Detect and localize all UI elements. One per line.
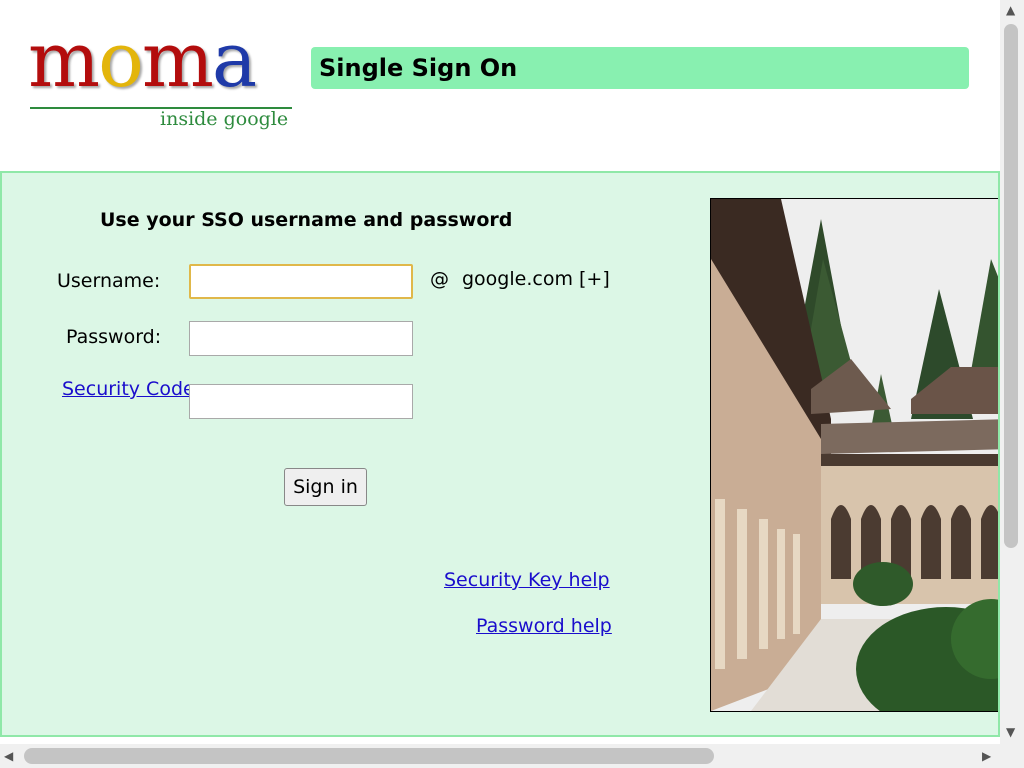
horizontal-scroll-thumb[interactable]: [24, 748, 714, 764]
username-label: Username:: [57, 270, 161, 292]
logo-letter-m: m: [28, 15, 100, 104]
password-input[interactable]: [189, 321, 413, 356]
vertical-scroll-thumb[interactable]: [1004, 24, 1018, 548]
scroll-up-arrow-icon[interactable]: ▲: [1006, 4, 1015, 16]
scroll-left-arrow-icon[interactable]: ◀: [4, 750, 13, 762]
sign-in-button[interactable]: Sign in: [284, 468, 367, 506]
form-title: Use your SSO username and password: [100, 209, 513, 231]
scrollbar-corner: [1000, 744, 1024, 768]
username-input[interactable]: [189, 264, 413, 299]
moma-logo: moma inside google: [28, 22, 298, 130]
domain-text: google.com: [462, 268, 573, 290]
scroll-down-arrow-icon[interactable]: ▼: [1006, 726, 1015, 738]
vertical-scrollbar[interactable]: ▲ ▼: [1000, 0, 1024, 744]
domain-suffix: google.com [+]: [462, 268, 610, 290]
security-code-input[interactable]: [189, 384, 413, 419]
page-title: Single Sign On: [311, 47, 969, 89]
courtyard-photo: [710, 198, 998, 712]
at-sign: @: [430, 268, 449, 290]
logo-letter-m2: m: [141, 15, 214, 104]
password-help-link[interactable]: Password help: [476, 615, 612, 637]
logo-letter-o: o: [98, 15, 144, 104]
security-key-help-link[interactable]: Security Key help: [444, 569, 610, 591]
horizontal-scrollbar[interactable]: ◀ ▶: [0, 744, 1000, 768]
scroll-right-arrow-icon[interactable]: ▶: [982, 750, 991, 762]
security-code-link[interactable]: Security Code: [62, 378, 195, 400]
domain-expand-toggle[interactable]: [+]: [579, 268, 610, 290]
courtyard-illustration: [711, 199, 998, 711]
password-label: Password:: [66, 326, 162, 348]
moma-logo-wordmark: moma: [28, 22, 257, 98]
logo-letter-a: a: [211, 15, 257, 104]
logo-tagline: inside google: [160, 108, 289, 130]
security-code-label: Security Code:: [62, 377, 201, 402]
login-panel: Use your SSO username and password Usern…: [0, 171, 1000, 737]
